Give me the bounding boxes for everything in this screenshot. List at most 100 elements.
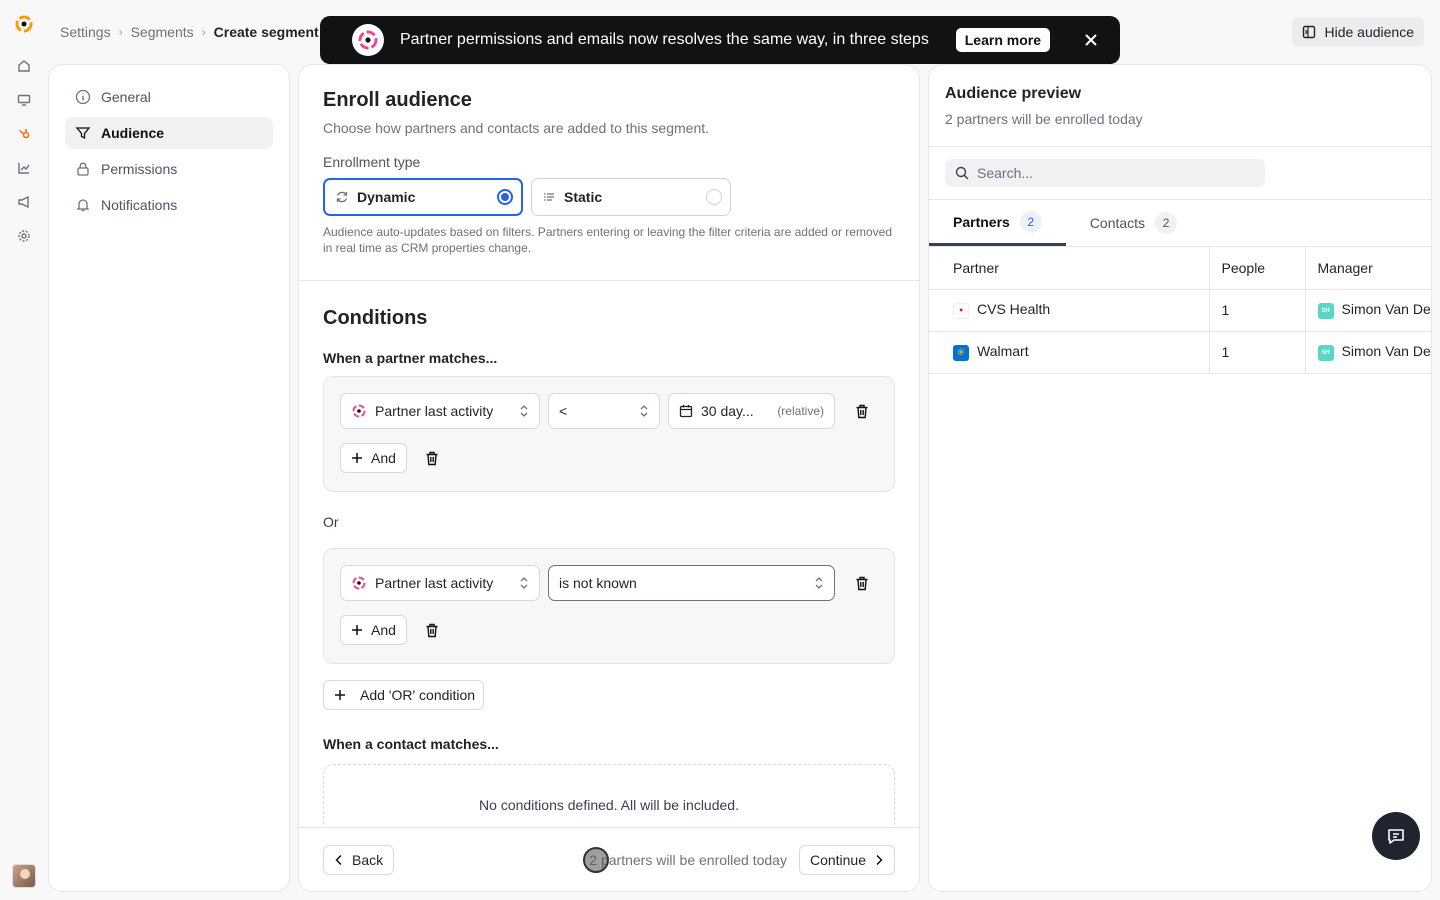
table-row[interactable]: ♥ CVS Health 1 SH Simon Van De [929,289,1431,332]
table-row[interactable]: ✳ Walmart 1 SH Simon Van De [929,331,1431,374]
megaphone-icon[interactable] [10,188,38,216]
empty-conditions-text: No conditions defined. All will be inclu… [479,797,739,813]
preview-tabs: Partners 2 Contacts 2 [929,200,1431,247]
column-header-partner[interactable]: Partner [929,247,1210,290]
partner-name: Walmart [977,343,1029,360]
enrollment-option-label: Static [564,189,603,205]
manager-avatar: SH [1317,344,1334,361]
settings-nav: General Audience Permissions Notificatio… [48,64,290,892]
brand-logo-icon [352,24,384,56]
panel-toggle-icon [1302,25,1316,39]
filter-icon [75,125,91,141]
search-input[interactable]: Search... [945,159,1265,187]
tab-contacts[interactable]: Contacts 2 [1066,200,1201,246]
add-or-condition-button[interactable]: Add 'OR' condition [323,680,485,710]
breadcrumb-settings[interactable]: Settings [60,24,111,40]
hide-audience-button[interactable]: Hide audience [1292,17,1424,47]
chat-launcher-button[interactable] [1372,812,1420,860]
radio-selected[interactable] [497,189,513,205]
updown-chevron-icon [519,576,529,590]
trash-icon[interactable] [421,619,443,641]
condition-group: Partner last activity is not known And [323,548,895,664]
enroll-section: Enroll audience Choose how partners and … [299,65,919,281]
tab-label: Partners [953,213,1010,230]
column-header-manager[interactable]: Manager [1305,247,1431,290]
date-value: 30 day... [701,403,754,419]
partners-table: Partner People Manager ♥ CVS Health 1 SH S… [929,247,1431,374]
operator-select[interactable]: is not known [548,565,835,601]
column-header-people[interactable]: People [1209,247,1306,290]
back-label: Back [352,851,384,868]
or-divider-label: Or [323,514,339,530]
add-and-label: And [371,450,396,466]
add-and-button[interactable]: And [340,443,407,473]
trash-icon[interactable] [851,400,873,422]
partner-cell: ✳ Walmart [929,331,1210,374]
partner-cell: ♥ CVS Health [929,289,1210,332]
close-icon[interactable] [1084,33,1098,47]
preview-title: Audience preview [945,85,1082,102]
continue-button[interactable]: Continue [798,844,895,875]
condition-row: Partner last activity is not known [340,565,878,601]
back-button[interactable]: Back [323,844,395,875]
radio-unselected[interactable] [706,189,722,205]
contact-match-heading: When a contact matches... [323,736,499,752]
enrollment-option-static[interactable]: Static [531,178,731,216]
search-icon [955,166,969,180]
trash-icon[interactable] [851,572,873,594]
manager-name: Simon Van De [1341,301,1431,318]
learn-more-button[interactable]: Learn more [955,28,1050,52]
refresh-icon [335,190,349,204]
toast-message: Partner permissions and emails now resol… [400,31,929,48]
operator-select[interactable]: < [548,393,660,429]
people-cell: 1 [1209,331,1306,374]
trash-icon[interactable] [421,447,443,469]
lock-icon [75,161,91,177]
enrollment-option-dynamic[interactable]: Dynamic [323,178,523,216]
tab-label: Contacts [1089,215,1146,231]
tab-partners[interactable]: Partners 2 [929,200,1066,246]
user-avatar[interactable] [12,864,36,888]
nav-item-label: General [101,89,151,105]
partner-match-heading: When a partner matches... [323,350,498,366]
nav-item-notifications[interactable]: Notifications [65,189,273,221]
nav-item-general[interactable]: General [65,81,273,113]
monitor-icon[interactable] [10,86,38,114]
breadcrumb: Settings › Segments › Create segment [60,22,319,42]
continue-label: Continue [809,851,866,868]
nav-item-label: Permissions [101,161,178,177]
property-value: Partner last activity [375,403,494,419]
nav-item-label: Notifications [101,197,178,213]
people-cell: 1 [1209,289,1306,332]
chevron-right-icon: › [201,25,206,39]
property-select[interactable]: Partner last activity [340,393,540,429]
manager-cell: SH Simon Van De [1305,331,1431,374]
condition-group: Partner last activity < 30 day... (relat… [323,376,895,492]
property-select[interactable]: Partner last activity [340,565,540,601]
table-header-row: Partner People Manager [929,247,1431,290]
brand-logo-icon [351,575,367,591]
manager-name: Simon Van De [1341,343,1431,360]
manager-avatar: SH [1317,302,1334,319]
and-row: And [340,443,878,473]
nav-item-permissions[interactable]: Permissions [65,153,273,185]
add-and-button[interactable]: And [340,615,407,645]
enrollment-option-label: Dynamic [357,189,416,205]
settings-icon[interactable] [10,222,38,250]
enrollment-help-text: Audience auto-updates based on filters. … [323,225,892,255]
calendar-icon [679,404,693,418]
updown-chevron-icon [814,576,824,590]
breadcrumb-segments[interactable]: Segments [131,24,194,40]
conditions-section: Conditions When a partner matches... Par… [299,281,919,854]
home-icon[interactable] [10,52,38,80]
list-icon [542,190,556,204]
nav-item-audience[interactable]: Audience [65,117,273,149]
date-value-hint: (relative) [777,404,824,418]
date-value-field[interactable]: 30 day... (relative) [668,393,835,429]
chart-icon[interactable] [10,154,38,182]
hubspot-icon[interactable] [10,120,38,148]
app-logo-icon[interactable] [14,14,34,34]
enroll-title: Enroll audience [323,89,472,111]
announcement-toast: Partner permissions and emails now resol… [320,16,1120,64]
audience-preview-panel: Audience preview 2 partners will be enro… [928,64,1432,892]
